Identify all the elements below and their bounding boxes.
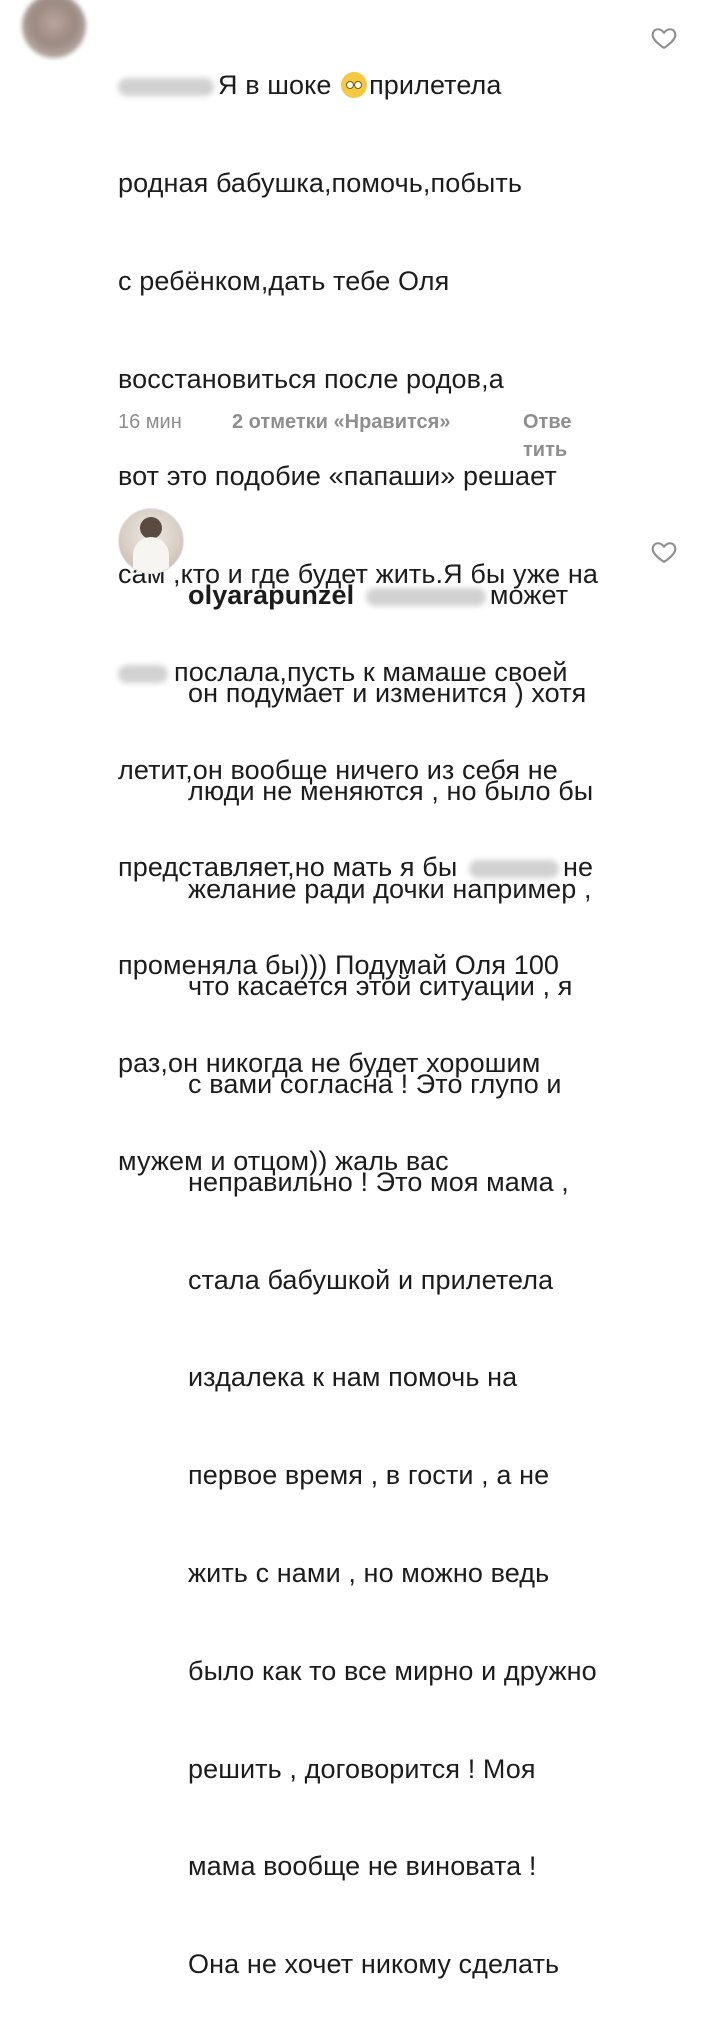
reply-label-2[interactable]: тить xyxy=(523,436,572,464)
comment-1-likes-link[interactable]: 2 отметки «Нравится» xyxy=(232,408,450,436)
comment-1: Я в шоке прилетела родная бабушка,помочь… xyxy=(0,0,720,1176)
reply-label-1[interactable]: Отве xyxy=(523,408,572,436)
comment-2-line: люди не меняются , но было бы xyxy=(188,775,594,806)
avatar-body xyxy=(133,537,169,573)
comment-1-line: с ребёнком,дать тебе Оля xyxy=(118,265,450,296)
comment-2-line: он подумает и изменится ) хотя xyxy=(188,677,587,708)
comment-2-line: что касается этой ситуации , я xyxy=(188,971,573,1002)
heart-outline-icon[interactable] xyxy=(650,24,678,52)
blurred-mention xyxy=(365,588,486,607)
comment-1-time: 16 мин xyxy=(118,411,182,433)
comment-2-line: неправильно ! Это моя мама , xyxy=(188,1166,569,1197)
comment-1-line: вот это подобие «папаши» решает xyxy=(118,461,557,492)
comment-1-line: родная бабушка,помочь,побыть xyxy=(118,167,523,198)
comment-2-line: было как то все мирно и дружно xyxy=(188,1655,597,1686)
flushed-face-emoji-icon xyxy=(341,72,368,99)
comment-2-text: olyarapunzel может он подумает и изменит… xyxy=(188,514,597,2034)
comment-2-line: стала бабушкой и прилетела xyxy=(188,1264,554,1295)
comment-1-line: восстановиться после родов,а xyxy=(118,363,504,394)
reply-button[interactable]: Отве тить xyxy=(523,408,572,464)
comment-2: olyarapunzel может он подумает и изменит… xyxy=(0,500,720,1979)
comment-2-line: с вами согласна ! Это глупо и xyxy=(188,1069,562,1100)
username-link[interactable]: olyarapunzel xyxy=(188,580,354,610)
user-avatar[interactable] xyxy=(118,508,184,574)
comment-2-line: может xyxy=(489,580,569,611)
comment-2-line: желание ради дочки например , xyxy=(188,873,592,904)
comment-1-line-1b: прилетела xyxy=(369,70,502,101)
likes-count[interactable]: 2 отметки «Нравится» xyxy=(232,411,450,433)
comment-2-line: Она не хочет никому сделать xyxy=(188,1949,560,1980)
heart-outline-icon[interactable] xyxy=(650,538,678,566)
comment-2-line: мама вообще не виновата ! xyxy=(188,1851,537,1882)
comment-2-line: жить с нами , но можно ведь xyxy=(188,1558,550,1588)
blurred-username xyxy=(118,78,214,97)
comment-2-line: решить , договорится ! Моя xyxy=(188,1753,536,1784)
comment-1-line-1a: Я в шоке xyxy=(218,70,332,101)
comment-2-line: издалека к нам помочь на xyxy=(188,1362,518,1393)
comment-2-line: первое время , в гости , а не xyxy=(188,1460,550,1491)
commenter-avatar[interactable] xyxy=(22,0,86,58)
avatar-head xyxy=(140,517,162,539)
